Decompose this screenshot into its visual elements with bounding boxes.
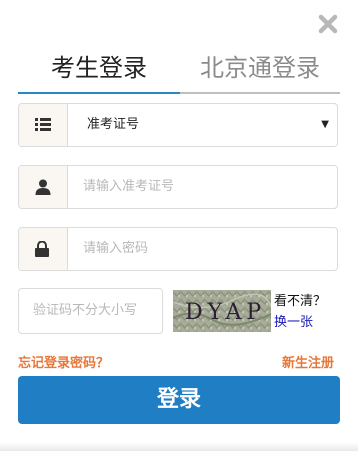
username-field[interactable]: 请输入准考证号 [18,165,338,209]
password-field[interactable]: 请输入密码 [18,227,338,271]
username-addon [19,166,68,208]
login-tabs: 考生登录 北京通登录 [18,48,340,94]
forgot-password-link[interactable]: 忘记登录密码？ [18,352,109,371]
panel-bottom-shadow [0,442,358,451]
password-placeholder: 请输入密码 [83,241,149,256]
login-panel: 考生登录 北京通登录 准考证号 ▼ 请输入准考证号 请输入密码 验证码不分大小写… [0,0,358,451]
close-icon [318,14,338,34]
captcha-input[interactable]: 验证码不分大小写 [18,288,163,334]
captcha-refresh-link[interactable]: 换一张 [274,311,313,330]
user-icon [35,179,51,195]
login-type-value: 准考证号 [87,117,140,132]
login-type-select[interactable]: 准考证号 ▼ [18,103,338,147]
captcha-placeholder: 验证码不分大小写 [33,303,138,318]
chevron-down-icon: ▼ [321,119,329,130]
password-addon [19,228,68,270]
lock-icon [35,241,49,257]
login-type-addon [19,104,68,146]
tab-candidate-login[interactable]: 考生登录 [18,48,180,94]
username-placeholder: 请输入准考证号 [83,179,175,194]
tab-beijingtong-login[interactable]: 北京通登录 [180,48,340,94]
list-icon [35,118,51,131]
captcha-hint: 看不清？ [274,294,327,309]
close-button[interactable] [316,12,340,36]
captcha-image-text: DYAP [185,300,266,325]
captcha-image[interactable]: DYAP [172,290,272,332]
login-button[interactable]: 登录 [18,376,340,424]
register-link[interactable]: 新生注册 [282,352,334,371]
